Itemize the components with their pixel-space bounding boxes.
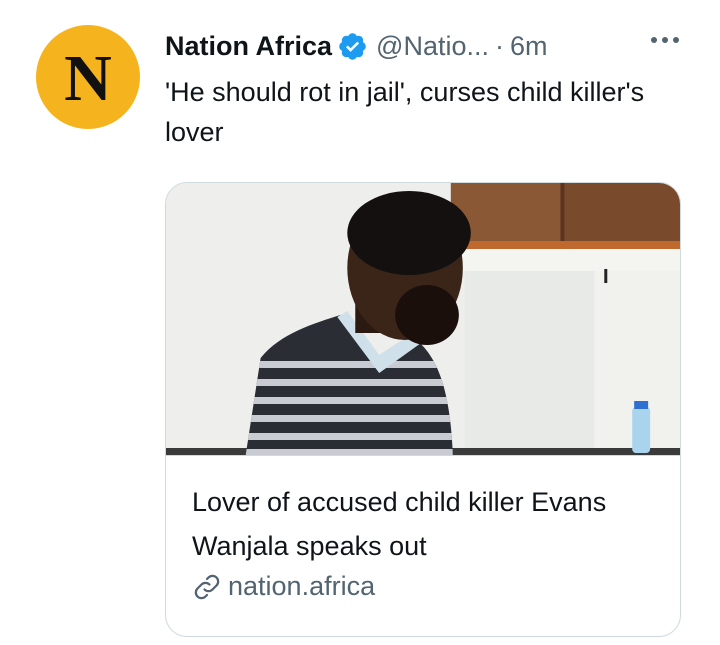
author-name[interactable]: Nation Africa [165, 31, 332, 62]
link-icon [194, 574, 220, 599]
avatar[interactable]: N [36, 25, 140, 129]
card-title[interactable]: Lover of accused child killer Evans Wanj… [192, 480, 660, 568]
card-body: Lover of accused child killer Evans Wanj… [166, 455, 680, 636]
link-card[interactable]: Lover of accused child killer Evans Wanj… [165, 182, 681, 637]
avatar-letter: N [64, 42, 112, 115]
card-domain-row: nation.africa [192, 571, 375, 602]
tweet-header: Nation Africa @Natio... · 6m [165, 26, 690, 66]
card-domain: nation.africa [228, 571, 376, 601]
author-handle[interactable]: @Natio... [376, 31, 489, 62]
tweet-text: 'He should rot in jail', curses child ki… [165, 77, 645, 147]
card-image [166, 183, 680, 455]
separator-dot: · [494, 30, 504, 61]
verified-badge-icon [339, 32, 366, 60]
timestamp[interactable]: 6m [510, 31, 548, 62]
more-options-icon[interactable] [651, 37, 679, 43]
